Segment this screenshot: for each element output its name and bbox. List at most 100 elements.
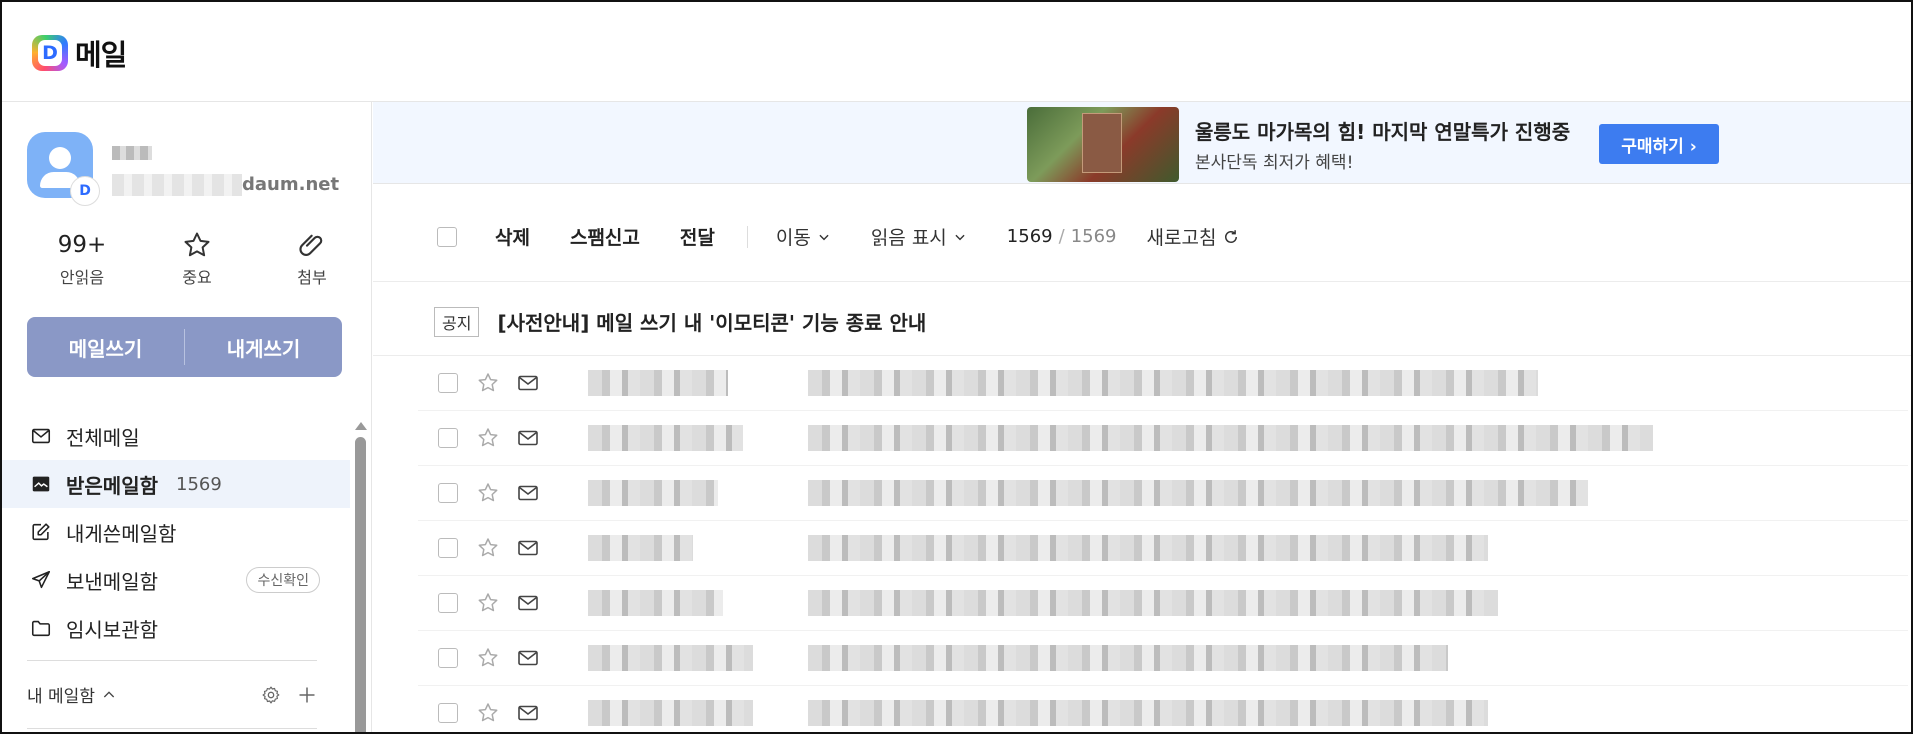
attachment-label: 첨부 [297, 268, 327, 287]
scroll-thumb[interactable] [355, 437, 366, 732]
read-receipt-button[interactable]: 수신확인 [246, 567, 320, 593]
mail-checkbox[interactable] [438, 703, 458, 723]
mail-checkbox[interactable] [438, 373, 458, 393]
mail-row[interactable] [418, 686, 1908, 732]
mail-row[interactable] [418, 411, 1908, 466]
envelope-icon [31, 428, 51, 444]
subject-redacted [808, 590, 1498, 616]
mark-read-dropdown[interactable]: 읽음 표시 [871, 223, 967, 250]
subject-redacted [808, 645, 1448, 671]
toolbar-divider [746, 225, 748, 248]
mail-checkbox[interactable] [438, 648, 458, 668]
top-header: 메일 [2, 2, 1911, 102]
notice-tag: 공지 [434, 306, 480, 337]
envelope-icon[interactable] [516, 481, 540, 505]
my-mailboxes-label[interactable]: 내 메일함 [27, 682, 95, 707]
inbox-icon [32, 476, 50, 492]
envelope-icon[interactable] [516, 536, 540, 560]
important-stat[interactable]: 중요 [157, 230, 237, 288]
ad-image[interactable] [1027, 107, 1179, 182]
star-icon[interactable] [476, 536, 500, 560]
delete-button[interactable]: 삭제 [495, 223, 530, 250]
notice-title[interactable]: [사전안내] 메일 쓰기 내 '이모티콘' 기능 종료 안내 [497, 307, 926, 336]
sender-redacted [588, 590, 723, 616]
mail-row[interactable] [418, 521, 1908, 576]
envelope-icon[interactable] [516, 426, 540, 450]
account-name-redacted [112, 146, 152, 160]
mail-row[interactable] [418, 576, 1908, 631]
sender-redacted [588, 535, 693, 561]
sidebar-scrollbar[interactable] [354, 422, 367, 732]
star-icon[interactable] [476, 371, 500, 395]
forward-button[interactable]: 전달 [680, 223, 715, 250]
chevron-down-icon [819, 234, 829, 240]
envelope-icon[interactable] [516, 591, 540, 615]
folder-list: 전체메일 받은메일함 1569 내게쓴메일함 보낸메일함 수신확인 임시보관함 [2, 412, 350, 652]
ad-buy-button[interactable]: 구매하기 › [1599, 124, 1719, 164]
inbox-count: 1569 [176, 473, 222, 495]
mail-checkbox[interactable] [438, 538, 458, 558]
sidebar: D daum.net 99+ 안읽음 중요 첨부 메일쓰기 내게쓰기 전체메일 … [2, 102, 372, 732]
ad-subtitle: 본사단독 최저가 혜택! [1195, 153, 1354, 173]
envelope-icon[interactable] [516, 371, 540, 395]
star-icon[interactable] [476, 426, 500, 450]
folder-all-mail[interactable]: 전체메일 [2, 412, 350, 460]
folder-icon [31, 620, 51, 637]
sidebar-divider [27, 660, 317, 661]
my-mailboxes-header: 내 메일함 [27, 682, 317, 707]
write-mail-button[interactable]: 메일쓰기 [27, 317, 184, 377]
move-dropdown[interactable]: 이동 [776, 223, 831, 250]
folder-label: 전체메일 [66, 425, 140, 450]
mail-checkbox[interactable] [438, 428, 458, 448]
star-icon[interactable] [476, 591, 500, 615]
envelope-icon[interactable] [516, 701, 540, 725]
folder-label: 임시보관함 [66, 617, 158, 642]
daum-logo-icon [32, 35, 68, 71]
write-to-self-button[interactable]: 내게쓰기 [185, 317, 342, 377]
mail-row[interactable] [418, 356, 1908, 411]
mail-checkbox[interactable] [438, 593, 458, 613]
folder-drafts[interactable]: 임시보관함 [2, 604, 350, 652]
select-all-checkbox[interactable] [437, 226, 457, 247]
refresh-button[interactable]: 새로고침 [1147, 223, 1241, 250]
sidebar-bottom-divider [27, 728, 317, 729]
compose-buttons: 메일쓰기 내게쓰기 [27, 317, 342, 377]
gear-icon[interactable] [261, 685, 281, 705]
envelope-icon[interactable] [516, 646, 540, 670]
spam-report-button[interactable]: 스팸신고 [570, 223, 640, 250]
subject-redacted [808, 700, 1488, 726]
star-icon[interactable] [476, 646, 500, 670]
daum-mail-logo[interactable]: 메일 [32, 32, 127, 74]
logo-text: 메일 [75, 38, 127, 72]
star-icon[interactable] [476, 481, 500, 505]
chevron-up-icon[interactable] [101, 687, 117, 703]
notice-row[interactable]: 공지 [사전안내] 메일 쓰기 내 '이모티콘' 기능 종료 안내 [373, 288, 1911, 356]
ad-title[interactable]: 울릉도 마가목의 힘! 마지막 연말특가 진행중 [1195, 116, 1570, 145]
mail-list-area: 울릉도 마가목의 힘! 마지막 연말특가 진행중 본사단독 최저가 혜택! 구매… [373, 102, 1911, 732]
sender-redacted [588, 645, 753, 671]
subject-redacted [808, 535, 1488, 561]
unread-stat[interactable]: 99+ 안읽음 [42, 230, 122, 288]
paperclip-icon [299, 234, 323, 256]
mail-count: 1569/1569 [1006, 226, 1117, 247]
mail-stats: 99+ 안읽음 중요 첨부 [42, 230, 352, 288]
subject-redacted [808, 425, 1653, 451]
folder-sent[interactable]: 보낸메일함 수신확인 [2, 556, 350, 604]
chevron-right-icon: › [1689, 136, 1697, 157]
unread-label: 안읽음 [59, 268, 105, 287]
account-email-domain: daum.net [242, 174, 340, 195]
star-icon[interactable] [476, 701, 500, 725]
folder-inbox[interactable]: 받은메일함 1569 [2, 460, 350, 508]
folder-self-mail[interactable]: 내게쓴메일함 [2, 508, 350, 556]
plus-icon[interactable] [297, 685, 317, 705]
scroll-up-arrow-icon[interactable] [355, 422, 367, 430]
mail-checkbox[interactable] [438, 483, 458, 503]
attachment-stat[interactable]: 첨부 [272, 230, 352, 288]
mail-row[interactable] [418, 466, 1908, 521]
mail-row[interactable] [418, 631, 1908, 686]
mail-list [418, 356, 1908, 732]
mail-toolbar: 삭제 스팸신고 전달 이동 읽음 표시 1569/1569 새로고침 [373, 192, 1911, 282]
ad-banner[interactable]: 울릉도 마가목의 힘! 마지막 연말특가 진행중 본사단독 최저가 혜택! 구매… [373, 102, 1911, 184]
subject-redacted [808, 480, 1588, 506]
refresh-icon [1225, 229, 1238, 243]
